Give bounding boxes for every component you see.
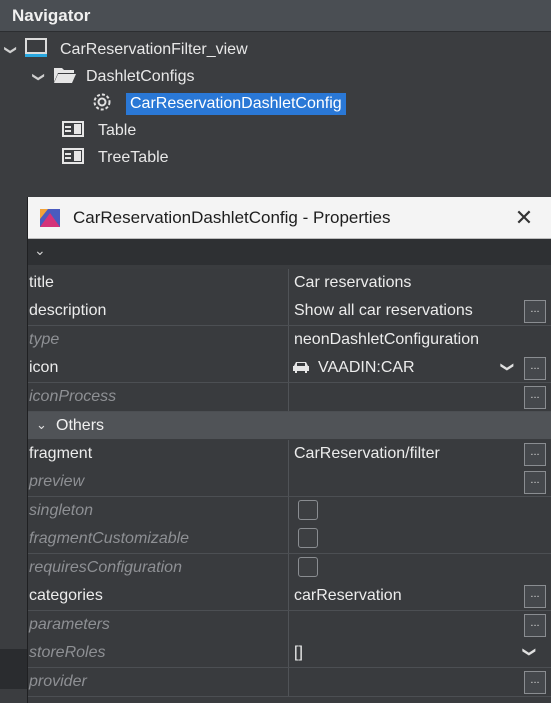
ellipsis-button[interactable]: ... — [524, 357, 546, 380]
property-key: requiresConfiguration — [29, 559, 182, 576]
column-divider — [288, 611, 289, 639]
property-row-parameters[interactable]: parameters ... — [28, 611, 551, 640]
close-icon[interactable]: ✕ — [510, 204, 538, 232]
property-row-iconprocess[interactable]: iconProcess ... — [28, 383, 551, 412]
property-row-storeroles[interactable]: storeRoles [] ❯ — [28, 639, 551, 668]
tree-item-dashletconfig[interactable]: CarReservationDashletConfig — [90, 91, 346, 117]
ellipsis-button[interactable]: ... — [524, 614, 546, 637]
tree-item-label: DashletConfigs — [86, 68, 195, 85]
chevron-down-icon[interactable]: ❯ — [499, 362, 515, 373]
chevron-down-icon[interactable]: ❯ — [521, 647, 537, 658]
tree-item-label: Table — [98, 122, 137, 139]
property-value[interactable]: CarReservation/filter — [294, 445, 440, 463]
chevron-down-icon[interactable]: ⌄ — [34, 242, 46, 259]
property-row-fragment[interactable]: fragment CarReservation/filter ... — [28, 440, 551, 469]
column-divider — [288, 326, 289, 354]
window-title: CarReservationDashletConfig - Properties — [73, 208, 391, 227]
property-row-type: type neonDashletConfiguration — [28, 326, 551, 355]
view-icon — [24, 37, 50, 63]
folder-open-icon — [52, 65, 80, 90]
property-value[interactable]: VAADIN:CAR — [318, 359, 415, 377]
properties-window: CarReservationDashletConfig - Properties… — [27, 197, 551, 703]
tree-item-treetable[interactable]: TreeTable — [62, 145, 169, 171]
property-row-requiresconfiguration[interactable]: requiresConfiguration — [28, 554, 551, 583]
property-key: fragmentCustomizable — [29, 530, 190, 547]
column-divider — [288, 639, 289, 667]
property-row-fragmentcustomizable[interactable]: fragmentCustomizable — [28, 525, 551, 554]
navigator-title: Navigator — [12, 6, 91, 25]
tree-item-label: CarReservationFilter_view — [60, 41, 248, 58]
column-divider — [288, 383, 289, 411]
property-value: neonDashletConfiguration — [294, 331, 480, 348]
column-divider — [288, 554, 289, 582]
ellipsis-button[interactable]: ... — [524, 671, 546, 694]
property-value[interactable]: Show all car reservations — [294, 302, 473, 320]
tree-item-dashletconfigs[interactable]: ❯ DashletConfigs — [32, 64, 195, 90]
fragment-customizable-checkbox[interactable] — [298, 528, 318, 548]
property-key: icon — [29, 359, 59, 376]
chevron-down-icon[interactable]: ❯ — [32, 70, 46, 84]
property-key: type — [29, 331, 60, 348]
column-divider — [288, 525, 289, 553]
property-key: singleton — [29, 502, 94, 519]
property-key: iconProcess — [29, 388, 117, 405]
column-divider — [288, 354, 289, 382]
property-value[interactable]: [] — [294, 644, 303, 662]
requires-configuration-checkbox[interactable] — [298, 557, 318, 577]
property-key: categories — [29, 587, 103, 604]
column-divider — [288, 468, 289, 496]
property-row-categories[interactable]: categories carReservation ... — [28, 582, 551, 611]
section-others[interactable]: ⌄ Others — [28, 412, 551, 439]
car-icon — [292, 360, 310, 379]
app-icon — [40, 209, 60, 227]
property-row-title[interactable]: title Car reservations — [28, 269, 551, 298]
column-divider — [288, 440, 289, 468]
gear-icon — [90, 90, 116, 119]
tree-item-label: TreeTable — [98, 149, 169, 166]
property-key: preview — [29, 473, 85, 490]
section-label: Others — [56, 417, 105, 434]
column-divider — [288, 497, 289, 525]
column-divider — [288, 582, 289, 610]
ellipsis-button[interactable]: ... — [524, 471, 546, 494]
property-key: description — [29, 302, 107, 319]
tree-item-table[interactable]: Table — [62, 118, 136, 144]
property-value[interactable]: carReservation — [294, 587, 402, 605]
table-icon — [62, 147, 86, 169]
column-divider — [288, 269, 289, 297]
property-row-preview[interactable]: preview ... — [28, 468, 551, 497]
tree-item-label: CarReservationDashletConfig — [126, 93, 346, 115]
ellipsis-button[interactable]: ... — [524, 386, 546, 409]
property-key: provider — [29, 673, 87, 690]
property-row-icon[interactable]: icon VAADIN:CAR ❯ ... — [28, 354, 551, 383]
collapse-bar[interactable]: ⌄ — [28, 239, 551, 265]
table-icon — [62, 120, 86, 142]
column-divider — [288, 297, 289, 325]
tree-item-view[interactable]: ❯ CarReservationFilter_view — [4, 37, 248, 63]
navigator-header: Navigator — [0, 0, 551, 32]
chevron-down-icon[interactable]: ⌄ — [36, 417, 47, 433]
column-divider — [288, 668, 289, 696]
property-key: parameters — [29, 616, 110, 633]
properties-titlebar[interactable]: CarReservationDashletConfig - Properties… — [28, 197, 551, 239]
property-row-provider[interactable]: provider ... — [28, 668, 551, 697]
property-key: fragment — [29, 445, 93, 462]
property-value[interactable]: Car reservations — [294, 274, 411, 292]
ellipsis-button[interactable]: ... — [524, 443, 546, 466]
chevron-down-icon[interactable]: ❯ — [4, 43, 18, 57]
property-key: storeRoles — [29, 644, 106, 661]
ellipsis-button[interactable]: ... — [524, 300, 546, 323]
property-row-singleton[interactable]: singleton — [28, 497, 551, 526]
singleton-checkbox[interactable] — [298, 500, 318, 520]
ellipsis-button[interactable]: ... — [524, 585, 546, 608]
property-row-description[interactable]: description Show all car reservations ..… — [28, 297, 551, 326]
property-key: title — [29, 274, 54, 291]
